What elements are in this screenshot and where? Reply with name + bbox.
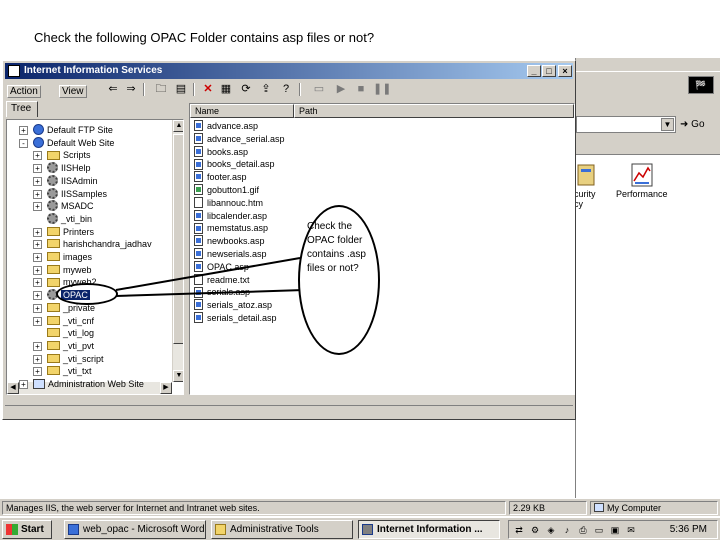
taskbar: Start web_opac - Microsoft Word Administ…	[0, 517, 720, 540]
status-zone-label: My Computer	[607, 503, 662, 513]
start-label: Start	[21, 524, 44, 535]
start-button[interactable]: Start	[2, 520, 52, 539]
callout-text: Check the OPAC folder contains .asp file…	[307, 221, 366, 274]
windows-flag-icon	[6, 524, 18, 535]
monitor-icon[interactable]: ▭	[593, 524, 605, 536]
status-bar: Manages IIS, the web server for Internet…	[0, 498, 720, 516]
task-admin-tools-label: Administrative Tools	[230, 524, 319, 535]
status-zone: My Computer	[590, 501, 718, 515]
task-word-label: web_opac - Microsoft Word	[83, 524, 205, 535]
opac-highlight-ring	[56, 283, 118, 305]
status-size: 2.29 KB	[509, 501, 587, 515]
tray-app-icon[interactable]: ⚙	[529, 524, 541, 536]
iis-icon	[362, 524, 373, 535]
chat-icon[interactable]: ✉	[625, 524, 637, 536]
shield-icon[interactable]: ◈	[545, 524, 557, 536]
task-iis[interactable]: Internet Information ...	[358, 520, 500, 539]
word-icon	[68, 524, 79, 535]
my-computer-icon	[594, 503, 604, 512]
printer-icon[interactable]: ⎙	[577, 524, 589, 536]
volume-icon[interactable]: ♪	[561, 524, 573, 536]
system-tray: ⇄ ⚙ ◈ ♪ ⎙ ▭ ▣ ✉ 5:36 PM	[508, 520, 718, 539]
clock: 5:36 PM	[669, 524, 707, 535]
folder-icon	[215, 524, 226, 535]
display-icon[interactable]: ▣	[609, 524, 621, 536]
task-word[interactable]: web_opac - Microsoft Word	[64, 520, 206, 539]
task-admin-tools[interactable]: Administrative Tools	[211, 520, 353, 539]
network-icon[interactable]: ⇄	[513, 524, 525, 536]
task-iis-label: Internet Information ...	[377, 524, 483, 535]
status-message: Manages IIS, the web server for Internet…	[2, 501, 506, 515]
